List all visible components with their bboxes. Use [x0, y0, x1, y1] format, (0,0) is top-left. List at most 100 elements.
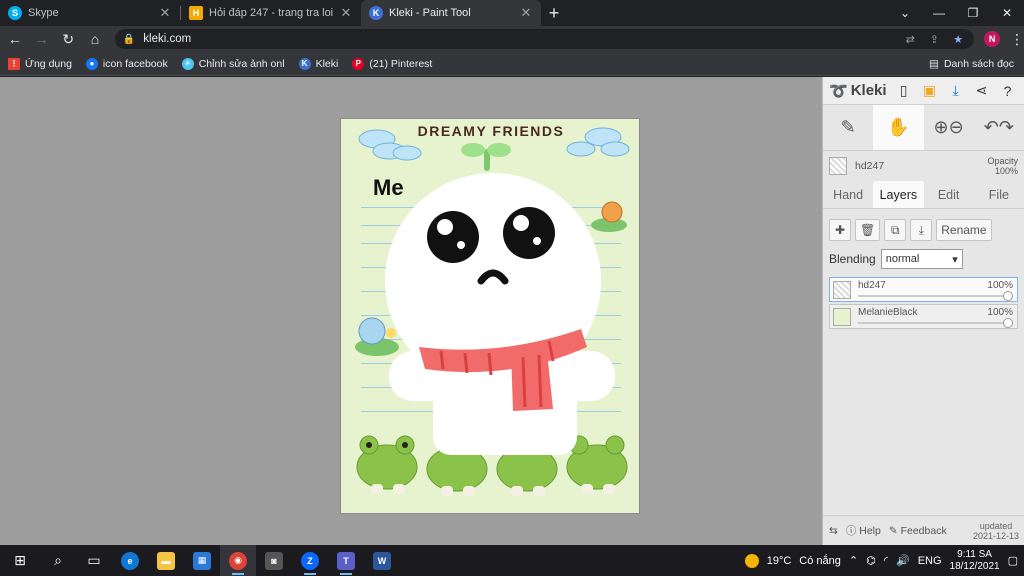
tab-layers[interactable]: Layers: [873, 181, 924, 208]
tab-edit[interactable]: Edit: [924, 181, 974, 208]
windows-start-icon[interactable]: ⊞: [0, 545, 40, 576]
tab-file[interactable]: File: [974, 181, 1024, 208]
blending-row: Blending normal ▾: [823, 247, 1024, 271]
network-icon[interactable]: ⌬: [866, 554, 876, 567]
reading-list[interactable]: ▤ Danh sách đọc: [929, 58, 1014, 70]
share-icon[interactable]: ⇪: [926, 33, 942, 46]
slider-knob[interactable]: [1003, 318, 1013, 328]
bookmark-star-icon[interactable]: ★: [950, 33, 966, 46]
bookmark-apps[interactable]: ⋮ Ứng dụng: [8, 57, 72, 70]
reading-list-label: Danh sách đọc: [943, 57, 1014, 70]
reload-icon[interactable]: ↻: [56, 27, 80, 51]
zalo-icon[interactable]: Z: [292, 545, 328, 576]
clock[interactable]: 9:11 SA 18/12/2021: [950, 549, 1000, 573]
address-bar[interactable]: 🔒 kleki.com ⇄ ⇪ ★: [114, 29, 975, 49]
layer-opacity-slider[interactable]: [858, 291, 1013, 301]
tab-kleki[interactable]: K Kleki - Paint Tool ✕: [361, 0, 541, 26]
lock-icon[interactable]: 🔒: [123, 34, 135, 45]
opacity-value: 100%: [994, 166, 1018, 176]
drawing-canvas[interactable]: DREAMY FRIENDS Me: [340, 118, 640, 514]
hoidap-icon: H: [189, 6, 203, 20]
windows-taskbar: ⊞ ⌕ ▭ e ▬ ▦ ◉ ◙ Z T W 19°C Có nắng ⌃ ⌬ ◜…: [0, 545, 1024, 576]
bookmark-pinterest[interactable]: P (21) Pinterest: [352, 57, 433, 70]
window-controls: ⌄ — ❐ ✕: [888, 0, 1024, 26]
restore-icon[interactable]: ❐: [956, 0, 990, 26]
slider-knob[interactable]: [1003, 291, 1013, 301]
back-icon[interactable]: ←: [3, 27, 27, 51]
rename-button[interactable]: Rename: [936, 219, 992, 241]
feedback-link[interactable]: ✎ Feedback: [889, 525, 947, 537]
add-layer-icon[interactable]: ✚: [829, 219, 851, 241]
weather-temp[interactable]: 19°C: [767, 555, 792, 567]
pinterest-icon: P: [352, 57, 365, 70]
new-image-icon[interactable]: ▯: [895, 82, 913, 100]
duplicate-layer-icon[interactable]: ⧉: [884, 219, 907, 241]
store-icon[interactable]: ▦: [184, 545, 220, 576]
weather-text[interactable]: Có nắng: [799, 555, 841, 567]
bookmark-photo-edit[interactable]: ✳ Chỉnh sửa ảnh onl: [181, 57, 285, 70]
layer-item[interactable]: MelanieBlack 100%: [829, 304, 1018, 329]
tab-search-icon[interactable]: ⌄: [888, 0, 922, 26]
bookmark-icon-facebook[interactable]: ● icon facebook: [85, 57, 168, 70]
tab-hoidap247[interactable]: H Hỏi đáp 247 - trang tra loi ✕: [181, 0, 361, 26]
swap-icon[interactable]: ⇆: [829, 525, 838, 537]
layer-actions: ✚ 🗑 ⧉ ⤓ Rename: [823, 213, 1024, 247]
search-icon[interactable]: ⌕: [40, 545, 76, 576]
file-explorer-icon[interactable]: ▬: [148, 545, 184, 576]
teams-icon[interactable]: T: [328, 545, 364, 576]
translate-icon[interactable]: ⇄: [902, 33, 918, 46]
undo-redo-icon[interactable]: ↶↷: [974, 105, 1024, 150]
chrome-icon[interactable]: ◉: [220, 545, 256, 576]
weather-sun-icon[interactable]: [744, 553, 759, 568]
task-view-icon[interactable]: ▭: [76, 545, 112, 576]
layer-list: hd247 100% MelanieBlack 100%: [823, 277, 1024, 329]
hand-tool-icon[interactable]: ✋: [873, 105, 924, 150]
notification-icon[interactable]: ▢: [1008, 554, 1018, 567]
download-icon[interactable]: ⤓: [947, 82, 965, 100]
opacity-label: Opacity: [987, 156, 1018, 166]
browser-menu-icon[interactable]: ⋮: [1010, 31, 1024, 48]
share-icon[interactable]: ⋖: [973, 82, 991, 100]
kleki-icon: K: [298, 57, 311, 70]
kleki-icon: K: [369, 6, 383, 20]
tab-hand[interactable]: Hand: [823, 181, 873, 208]
close-tab-icon[interactable]: ✕: [339, 5, 353, 21]
language-indicator[interactable]: ENG: [918, 555, 942, 567]
volume-icon[interactable]: 🔊: [896, 554, 910, 567]
tab-skype[interactable]: S Skype ✕: [0, 0, 180, 26]
blending-select[interactable]: normal ▾: [880, 249, 963, 269]
layer-name: hd247: [858, 280, 886, 291]
updated-info: updated 2021-12-13: [973, 521, 1019, 541]
url-text[interactable]: kleki.com: [143, 33, 894, 45]
close-tab-icon[interactable]: ✕: [158, 5, 172, 21]
edge-icon[interactable]: e: [112, 545, 148, 576]
wifi-icon[interactable]: ◜: [884, 554, 888, 567]
kleki-logo[interactable]: ➰ Kleki: [829, 82, 887, 100]
minimize-icon[interactable]: —: [922, 0, 956, 26]
chevron-up-icon[interactable]: ⌃: [849, 554, 858, 567]
merge-layer-icon[interactable]: ⤓: [910, 219, 933, 241]
profile-avatar[interactable]: N: [984, 31, 1000, 47]
kleki-workspace[interactable]: DREAMY FRIENDS Me: [0, 77, 822, 545]
delete-layer-icon[interactable]: 🗑: [855, 219, 881, 241]
help-link[interactable]: ⓘ Help: [846, 523, 881, 538]
brush-tool-icon[interactable]: ✎: [823, 105, 873, 150]
new-tab-button[interactable]: +: [541, 0, 567, 26]
close-window-icon[interactable]: ✕: [990, 0, 1024, 26]
word-icon[interactable]: W: [364, 545, 400, 576]
blending-value: normal: [885, 253, 920, 265]
save-icon[interactable]: ▣: [921, 82, 939, 100]
layer-item[interactable]: hd247 100%: [829, 277, 1018, 302]
reading-list-icon: ▤: [929, 57, 939, 70]
help-circle-icon[interactable]: ?: [999, 82, 1017, 100]
zoom-icon[interactable]: ⊕⊖: [924, 105, 974, 150]
forward-icon[interactable]: →: [30, 27, 54, 51]
layer-opacity-slider[interactable]: [858, 318, 1013, 328]
home-icon[interactable]: ⌂: [83, 27, 107, 51]
camera-icon[interactable]: ◙: [256, 545, 292, 576]
close-tab-icon[interactable]: ✕: [519, 5, 533, 21]
sprout-illustration: [461, 143, 511, 171]
bookmark-label: (21) Pinterest: [369, 57, 433, 70]
artwork-title: DREAMY FRIENDS: [417, 123, 565, 139]
bookmark-kleki[interactable]: K Kleki: [298, 57, 338, 70]
